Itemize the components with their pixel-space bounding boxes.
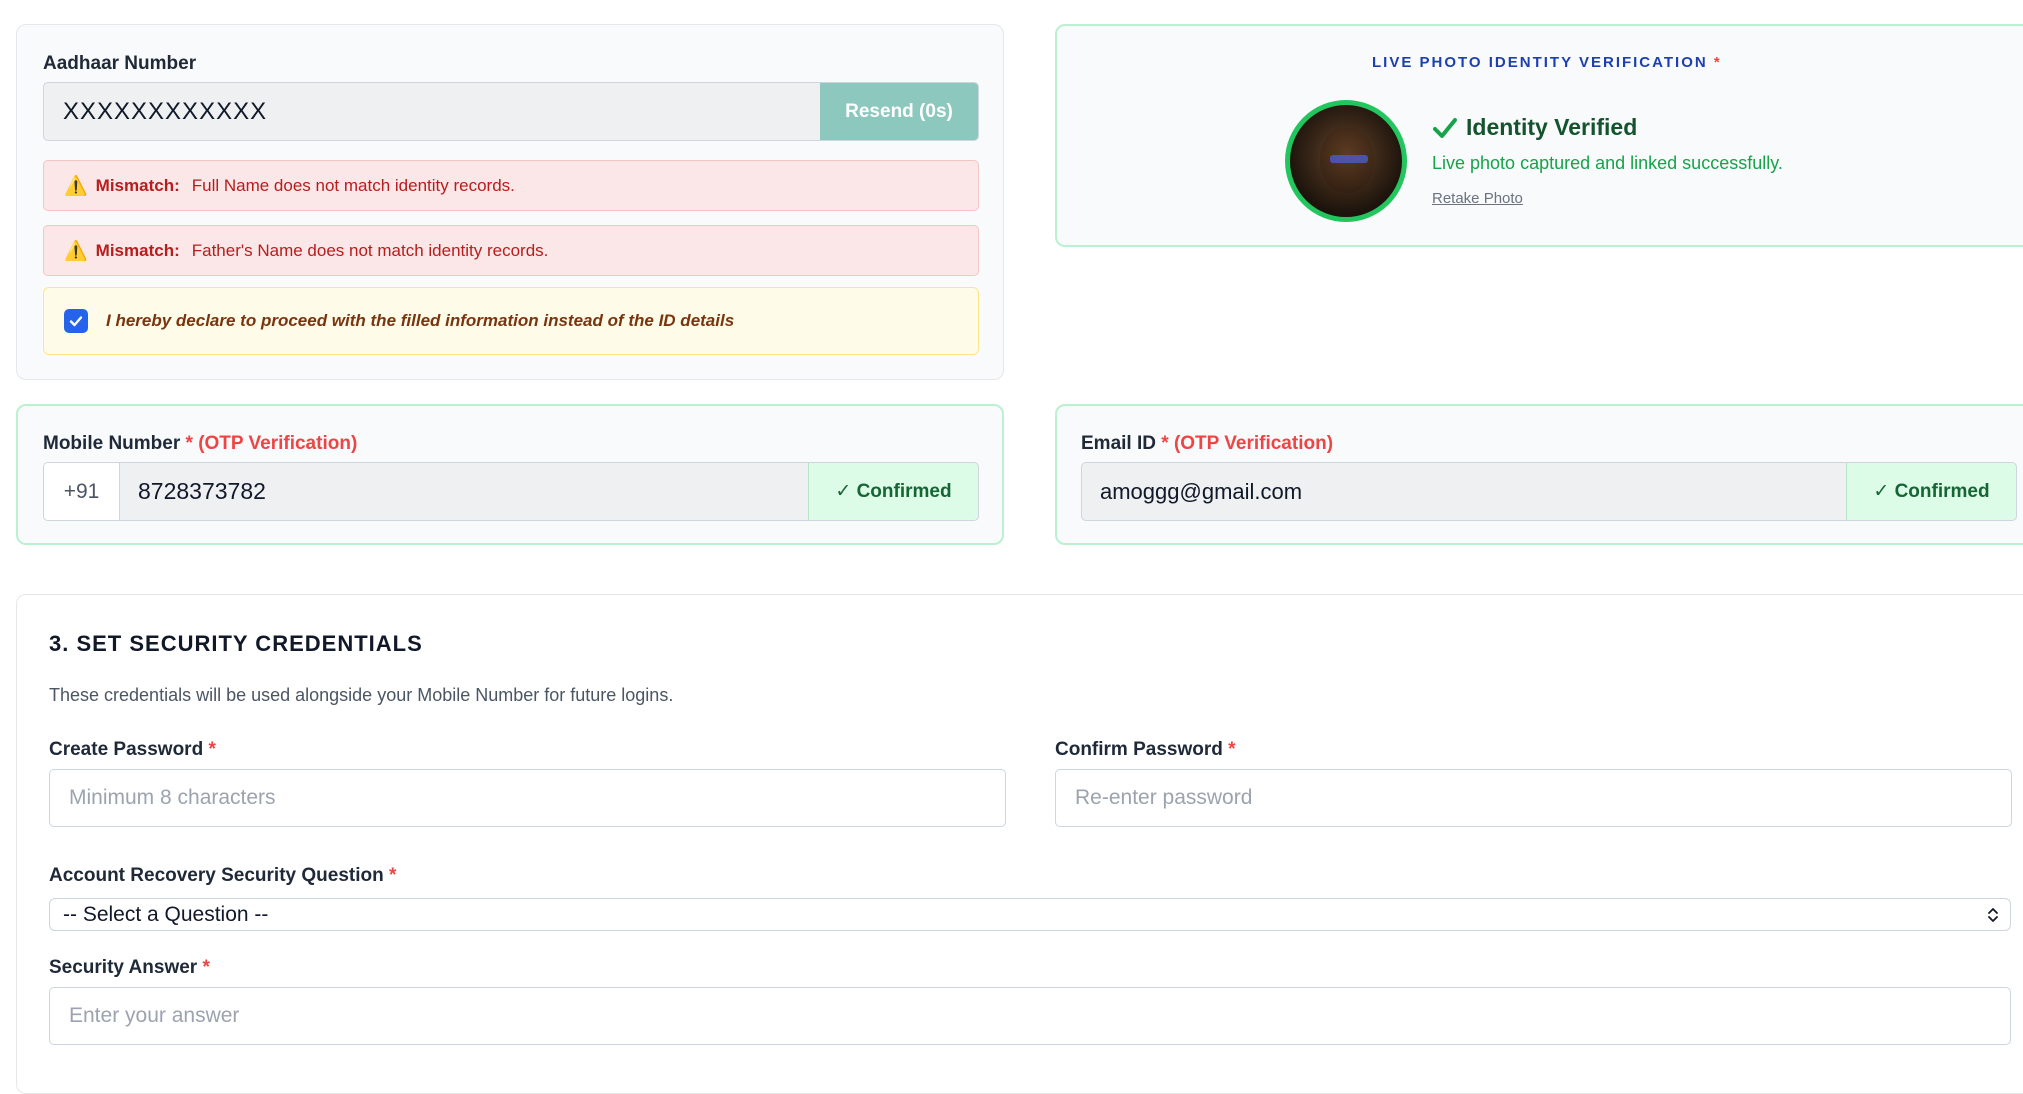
resend-label: Resend (0s)	[845, 100, 953, 122]
email-card: Email ID * (OTP Verification) amoggg@gma…	[1055, 404, 2023, 545]
declaration-box: I hereby declare to proceed with the fil…	[43, 287, 979, 355]
security-answer-placeholder: Enter your answer	[69, 1004, 240, 1027]
mobile-card: Mobile Number * (OTP Verification) +91 8…	[16, 404, 1004, 545]
mobile-label: Mobile Number * (OTP Verification)	[43, 433, 358, 454]
confirm-password-input[interactable]: Re-enter password	[1055, 769, 2012, 827]
aadhaar-input[interactable]: XXXXXXXXXXXX Resend (0s)	[43, 82, 979, 141]
country-code: +91	[44, 463, 120, 520]
mobile-number-input[interactable]: 8728373782	[138, 463, 266, 520]
aadhaar-card: Aadhaar Number XXXXXXXXXXXX Resend (0s) …	[16, 24, 1004, 380]
mobile-input-group: +91 8728373782 ✓ Confirmed	[43, 462, 979, 521]
live-photo-card: LIVE PHOTO IDENTITY VERIFICATION * Ident…	[1055, 24, 2023, 247]
create-password-label: Create Password *	[49, 739, 216, 760]
security-answer-label: Security Answer *	[49, 957, 210, 978]
aadhaar-value: XXXXXXXXXXXX	[63, 97, 268, 125]
declaration-checkbox[interactable]	[64, 309, 88, 333]
email-confirmed-badge: ✓ Confirmed	[1846, 463, 2016, 520]
security-question-select[interactable]: -- Select a Question --	[49, 898, 2011, 931]
identity-status-message: Live photo captured and linked successfu…	[1432, 153, 1783, 173]
email-input[interactable]: amoggg@gmail.com	[1100, 463, 1302, 520]
mismatch-alert-full-name: ⚠️ Mismatch: Full Name does not match id…	[43, 160, 979, 211]
verified-check-icon	[1433, 117, 1457, 138]
mismatch-message: Father's Name does not match identity re…	[191, 240, 549, 260]
security-credentials-card: 3. SET SECURITY CREDENTIALS These creden…	[16, 594, 2023, 1094]
section-heading: 3. SET SECURITY CREDENTIALS	[49, 631, 423, 656]
create-password-placeholder: Minimum 8 characters	[69, 786, 276, 809]
mobile-confirmed-badge: ✓ Confirmed	[808, 463, 978, 520]
email-input-group: amoggg@gmail.com ✓ Confirmed	[1081, 462, 2017, 521]
resend-button[interactable]: Resend (0s)	[820, 83, 978, 140]
security-question-selected: -- Select a Question --	[63, 902, 269, 926]
identity-status-title: Identity Verified	[1466, 114, 1638, 140]
email-label: Email ID * (OTP Verification)	[1081, 433, 1334, 454]
confirm-password-label: Confirm Password *	[1055, 739, 1236, 760]
select-arrows-icon	[1988, 908, 1998, 922]
section-description: These credentials will be used alongside…	[49, 685, 674, 705]
mismatch-prefix: Mismatch:	[95, 240, 180, 260]
live-photo-avatar	[1285, 100, 1407, 222]
warning-icon: ⚠️	[64, 175, 88, 197]
security-question-label: Account Recovery Security Question *	[49, 865, 397, 886]
warning-icon: ⚠️	[64, 240, 88, 262]
mismatch-alert-father-name: ⚠️ Mismatch: Father's Name does not matc…	[43, 225, 979, 276]
checkmark-icon	[69, 316, 83, 327]
security-answer-input[interactable]: Enter your answer	[49, 987, 2011, 1045]
retake-photo-link[interactable]: Retake Photo	[1432, 190, 1523, 207]
live-photo-title: LIVE PHOTO IDENTITY VERIFICATION *	[1372, 54, 1722, 71]
glasses-shape	[1330, 155, 1368, 163]
mismatch-message: Full Name does not match identity record…	[191, 175, 515, 195]
identity-status: Identity Verified	[1432, 114, 1637, 141]
mismatch-prefix: Mismatch:	[95, 175, 180, 195]
create-password-input[interactable]: Minimum 8 characters	[49, 769, 1006, 827]
aadhaar-label: Aadhaar Number	[43, 53, 197, 74]
declaration-text: I hereby declare to proceed with the fil…	[106, 311, 735, 330]
confirm-password-placeholder: Re-enter password	[1075, 786, 1253, 809]
